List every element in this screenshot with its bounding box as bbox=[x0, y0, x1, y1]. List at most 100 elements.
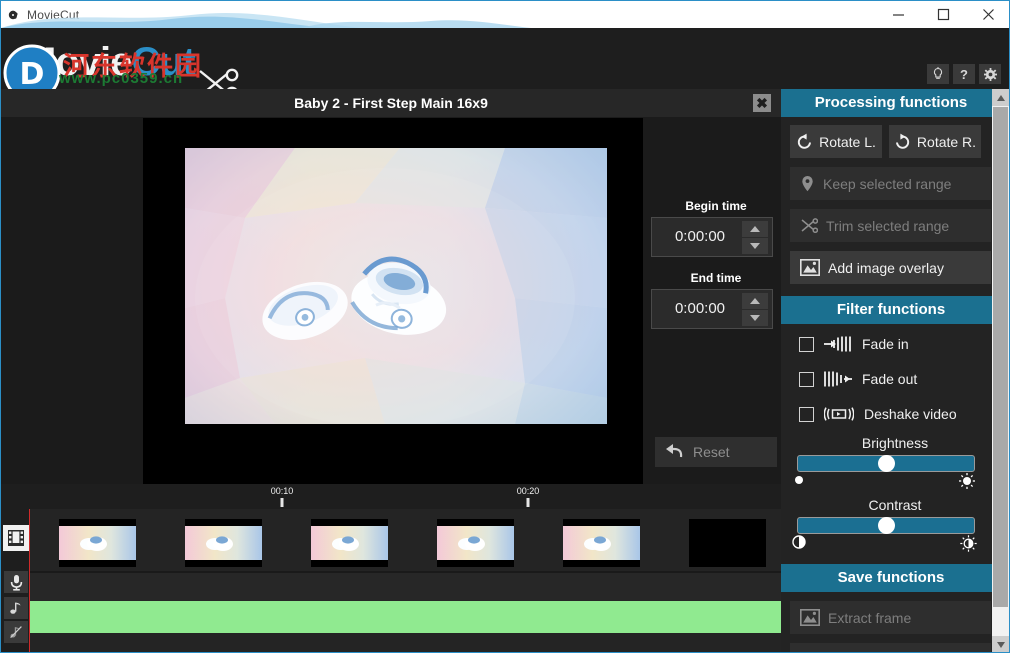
settings-button[interactable] bbox=[979, 64, 1001, 84]
watermark-url-text: www.pc0359.cn bbox=[59, 70, 183, 87]
rotate-left-button[interactable]: Rotate L. bbox=[790, 125, 882, 158]
add-image-overlay-label: Add image overlay bbox=[828, 260, 944, 276]
empty-track[interactable] bbox=[29, 633, 781, 653]
trim-selected-range-button[interactable]: Trim selected range bbox=[790, 209, 991, 242]
maximize-icon bbox=[937, 8, 950, 21]
thumbnail-still bbox=[59, 526, 136, 560]
rotate-right-label: Rotate R. bbox=[917, 134, 976, 150]
timeline-thumbnail[interactable] bbox=[185, 519, 262, 567]
maximize-button[interactable] bbox=[921, 1, 966, 28]
processing-functions-header: Processing functions bbox=[781, 89, 1001, 117]
close-video-button[interactable]: ✖ bbox=[753, 94, 771, 112]
audio-clip[interactable] bbox=[29, 601, 781, 633]
rotate-right-button[interactable]: Rotate R. bbox=[889, 125, 981, 158]
right-panel-scrollbar[interactable] bbox=[992, 89, 1009, 653]
contrast-slider-knob[interactable] bbox=[878, 517, 895, 534]
image-icon bbox=[800, 259, 820, 276]
contrast-endpoints bbox=[789, 535, 983, 553]
fade-out-label: Fade out bbox=[862, 371, 917, 387]
timeline-thumbnail[interactable] bbox=[59, 519, 136, 567]
scissors-icon bbox=[800, 218, 818, 234]
end-time-label: End time bbox=[651, 271, 781, 285]
timeline-ruler[interactable]: 00:10 00:20 bbox=[1, 484, 781, 509]
tips-button[interactable] bbox=[927, 64, 949, 84]
brightness-slider[interactable] bbox=[797, 455, 975, 472]
begin-time-label: Begin time bbox=[651, 199, 781, 213]
scroll-up-button[interactable] bbox=[992, 89, 1009, 106]
help-button[interactable]: ? bbox=[953, 64, 975, 84]
chevron-up-icon bbox=[750, 226, 760, 232]
moviecut-window: MovieCut MovieCut bbox=[0, 0, 1010, 653]
minimize-button[interactable] bbox=[876, 1, 921, 28]
question-mark-icon: ? bbox=[960, 67, 968, 82]
video-title: Baby 2 - First Step Main 16x9 bbox=[1, 89, 781, 117]
fade-out-checkbox[interactable] bbox=[799, 372, 814, 387]
app-icon bbox=[1, 1, 27, 28]
begin-time-increment[interactable] bbox=[742, 221, 768, 237]
music-muted-track-icon[interactable] bbox=[4, 621, 28, 643]
begin-time-decrement[interactable] bbox=[742, 238, 768, 254]
right-panel: Processing functions Rotate L. Rotate R. bbox=[781, 89, 1009, 653]
timeline-thumbnail[interactable] bbox=[311, 519, 388, 567]
keep-selected-range-button[interactable]: Keep selected range bbox=[790, 167, 991, 200]
chevron-down-icon bbox=[997, 642, 1005, 648]
contrast-slider[interactable] bbox=[797, 517, 975, 534]
brightness-high-icon bbox=[959, 473, 975, 494]
lightbulb-icon bbox=[932, 67, 944, 81]
reset-label: Reset bbox=[693, 444, 730, 460]
begin-time-field[interactable]: 0:00:00 bbox=[651, 217, 773, 257]
reset-button[interactable]: Reset bbox=[655, 437, 777, 467]
microphone-icon bbox=[9, 574, 24, 591]
trim-selected-range-label: Trim selected range bbox=[826, 218, 949, 234]
fade-in-checkbox[interactable] bbox=[799, 337, 814, 352]
window-title: MovieCut bbox=[27, 8, 79, 22]
header-button-group: ? bbox=[927, 64, 1001, 84]
voiceover-track-icon[interactable] bbox=[4, 571, 28, 593]
thumbnail-image bbox=[59, 526, 136, 560]
end-time-decrement[interactable] bbox=[742, 310, 768, 326]
deshake-video-row[interactable]: Deshake video bbox=[799, 399, 1009, 429]
timeline-thumbnail-black[interactable] bbox=[689, 519, 766, 567]
fade-out-icon bbox=[824, 371, 852, 387]
rotate-left-label: Rotate L. bbox=[819, 134, 876, 150]
voiceover-track[interactable] bbox=[29, 573, 781, 601]
extract-frame-button[interactable]: Extract frame bbox=[790, 601, 991, 634]
timeline-thumbnail[interactable] bbox=[437, 519, 514, 567]
contrast-high-icon bbox=[960, 535, 977, 557]
thumbnail-still bbox=[563, 526, 640, 560]
timeline-thumbnail[interactable] bbox=[563, 519, 640, 567]
close-button[interactable] bbox=[966, 1, 1010, 28]
image-icon bbox=[800, 609, 820, 626]
video-track[interactable] bbox=[29, 509, 781, 571]
scrollbar-thumb[interactable] bbox=[993, 107, 1008, 607]
next-save-button-partial[interactable] bbox=[790, 643, 991, 653]
add-image-overlay-button[interactable]: Add image overlay bbox=[790, 251, 991, 284]
brightness-low-icon bbox=[793, 473, 805, 491]
video-still-image bbox=[185, 148, 607, 424]
fade-out-row[interactable]: Fade out bbox=[799, 364, 1009, 394]
chevron-up-icon bbox=[750, 298, 760, 304]
chevron-up-icon bbox=[997, 95, 1005, 101]
keep-selected-range-label: Keep selected range bbox=[823, 176, 951, 192]
window-titlebar: MovieCut bbox=[1, 1, 1010, 28]
brightness-endpoints bbox=[789, 473, 983, 491]
rotate-right-icon bbox=[894, 133, 911, 150]
playhead[interactable] bbox=[29, 509, 30, 653]
deshake-video-checkbox[interactable] bbox=[799, 407, 814, 422]
scroll-down-button[interactable] bbox=[992, 636, 1009, 653]
brightness-slider-knob[interactable] bbox=[878, 455, 895, 472]
brightness-label: Brightness bbox=[781, 435, 1009, 451]
preview-pane: Baby 2 - First Step Main 16x9 ✖ bbox=[1, 89, 781, 484]
svg-text:D: D bbox=[20, 57, 45, 89]
time-controls: Begin time 0:00:00 End time 0:00:00 bbox=[651, 199, 781, 499]
video-track-icon[interactable] bbox=[3, 525, 29, 551]
fade-in-row[interactable]: Fade in bbox=[799, 329, 1009, 359]
video-player[interactable] bbox=[143, 118, 643, 485]
end-time-field[interactable]: 0:00:00 bbox=[651, 289, 773, 329]
save-functions-header: Save functions bbox=[781, 564, 1001, 592]
end-time-increment[interactable] bbox=[742, 293, 768, 309]
thumbnail-image bbox=[437, 526, 514, 560]
music-track-icon[interactable] bbox=[4, 597, 28, 619]
rotate-button-row: Rotate L. Rotate R. bbox=[781, 117, 1009, 158]
timeline-tracks[interactable] bbox=[29, 509, 781, 653]
